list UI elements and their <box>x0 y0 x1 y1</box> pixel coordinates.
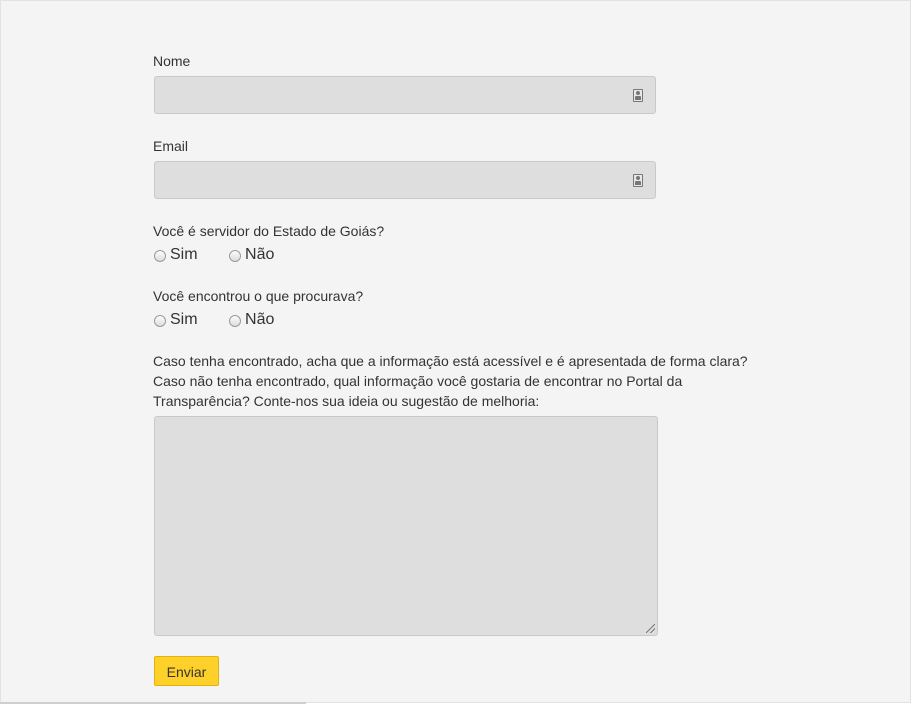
servidor-radio-group: Sim Não <box>153 244 300 266</box>
name-field[interactable] <box>154 76 656 114</box>
feedback-question-label: Caso tenha encontrado, acha que a inform… <box>153 351 763 411</box>
radio-label: Sim <box>170 246 198 263</box>
email-label: Email <box>153 138 189 154</box>
servidor-option-sim[interactable]: Sim <box>153 244 198 266</box>
contact-card-icon <box>633 174 643 187</box>
encontrou-option-sim[interactable]: Sim <box>153 309 198 331</box>
feedback-question-line: Caso não tenha encontrado, qual informaç… <box>153 373 683 389</box>
feedback-textarea-box[interactable] <box>154 416 658 636</box>
radio-label: Não <box>245 311 275 328</box>
contact-card-icon <box>633 89 643 102</box>
resize-grip-icon[interactable] <box>646 624 655 633</box>
servidor-question-label: Você é servidor do Estado de Goiás? <box>153 223 385 239</box>
feedback-question-line: Transparência? Conte-nos sua ideia ou su… <box>153 393 540 409</box>
name-label: Nome <box>153 53 191 69</box>
servidor-option-nao[interactable]: Não <box>228 244 274 266</box>
radio-button[interactable] <box>154 250 166 262</box>
email-input[interactable] <box>155 162 635 198</box>
encontrou-option-nao[interactable]: Não <box>228 309 274 331</box>
submit-button[interactable]: Enviar <box>154 656 219 686</box>
radio-button[interactable] <box>229 250 242 262</box>
encontrou-question-label: Você encontrou o que procurava? <box>153 288 364 304</box>
form-panel: Nome Email Você é servidor do Estado de … <box>0 0 911 703</box>
radio-label: Sim <box>170 311 198 328</box>
feedback-question-line: Caso tenha encontrado, acha que a inform… <box>153 353 748 369</box>
email-field[interactable] <box>154 161 656 199</box>
feedback-textarea[interactable] <box>155 417 657 635</box>
radio-label: Não <box>245 246 275 263</box>
encontrou-radio-group: Sim Não <box>153 309 300 331</box>
name-input[interactable] <box>155 77 635 113</box>
radio-button[interactable] <box>154 315 166 327</box>
radio-button[interactable] <box>229 315 242 327</box>
